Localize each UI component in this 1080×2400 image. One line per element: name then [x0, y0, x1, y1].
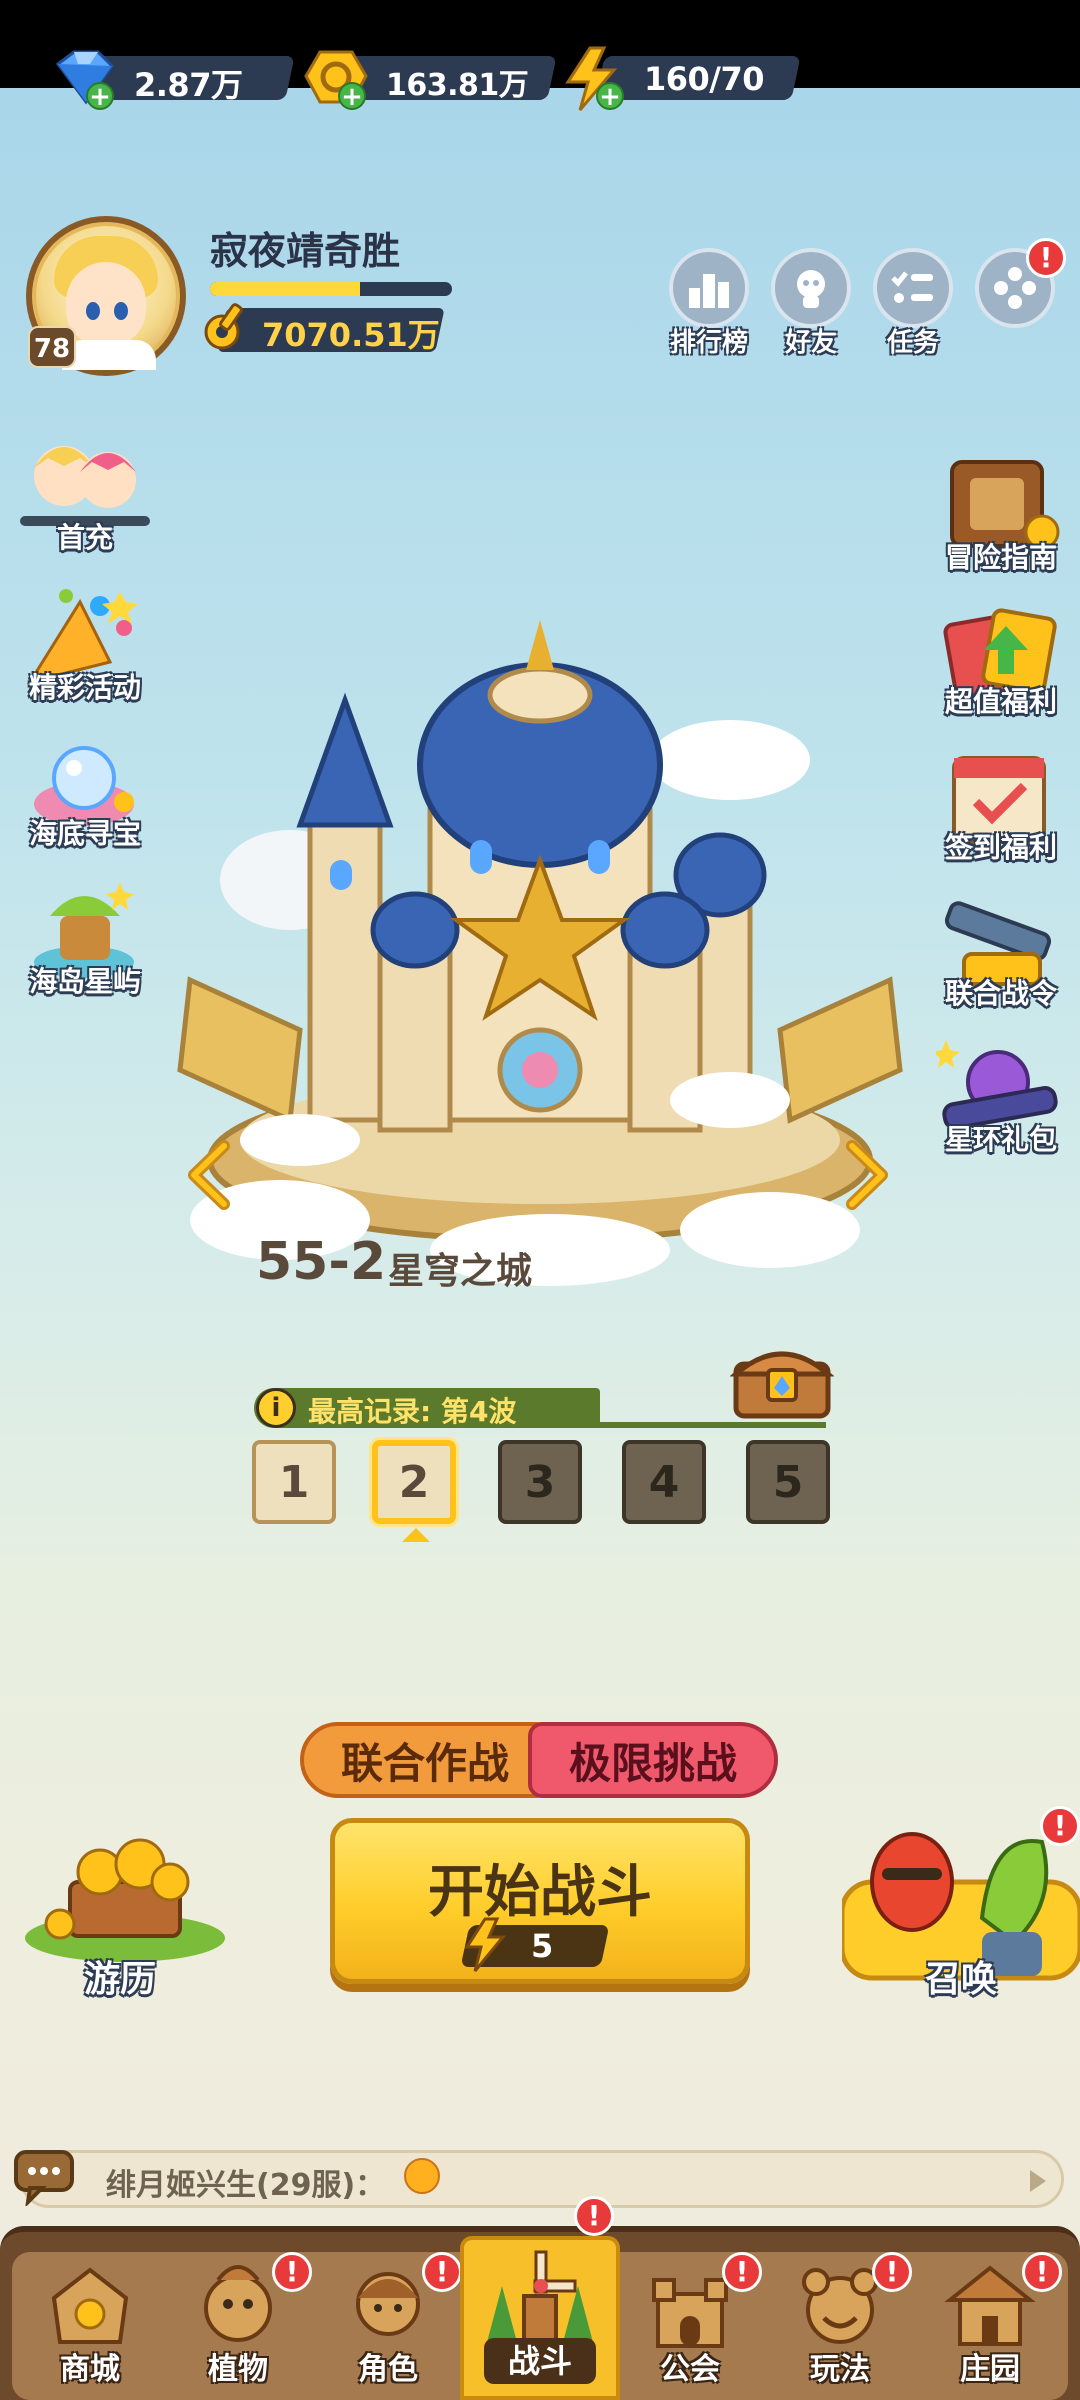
nav-label: 庄园: [960, 2352, 1020, 2387]
wave-5-button[interactable]: 5: [746, 1440, 830, 1524]
travel-button[interactable]: 游历: [10, 1822, 230, 2002]
event-star-ring-pack[interactable]: 星环礼包: [922, 1034, 1080, 1174]
avatar-eye: [114, 302, 128, 320]
treasure-chest-icon[interactable]: [730, 1340, 834, 1420]
event-island-star[interactable]: 海岛星屿: [0, 876, 170, 1016]
event-battle-pass[interactable]: 联合战令: [922, 888, 1080, 1028]
chat-message: 绯月姬兴生(29服)：: [106, 2168, 386, 2203]
shop-icon: [51, 2267, 129, 2344]
event-label: 海底寻宝: [28, 817, 141, 850]
event-label: 冒险指南: [944, 541, 1057, 574]
limit-challenge-button[interactable]: 极限挑战: [528, 1722, 778, 1798]
coins-currency[interactable]: + 163.81万: [302, 46, 557, 112]
tasks-button[interactable]: 任务: [868, 248, 958, 359]
more-alert-badge: !: [1026, 238, 1066, 278]
event-super-value[interactable]: 超值福利: [922, 596, 1080, 736]
wave-1-button[interactable]: 1: [252, 1440, 336, 1524]
nav-label: 植物: [208, 2352, 268, 2387]
avatar-collar: [62, 340, 156, 370]
event-label: 签到福利: [944, 831, 1057, 864]
summon-button[interactable]: 召唤: [842, 1822, 1080, 2002]
lightning-icon: [464, 1917, 507, 1972]
avatar-face: [66, 262, 146, 346]
event-label: 联合战令: [944, 977, 1057, 1010]
gems-value: 2.87万: [134, 66, 243, 104]
nav-label: 商城: [60, 2352, 120, 2387]
coins-plus-icon[interactable]: +: [338, 82, 366, 110]
ranking-icon: [669, 248, 749, 328]
avatar-eye: [86, 302, 100, 320]
player-name: 寂夜靖奇胜: [210, 229, 401, 273]
chat-bubble-icon: [14, 2150, 74, 2206]
selected-wave-pointer: [402, 1528, 430, 1542]
energy-value: 160/70: [644, 60, 765, 98]
info-icon: i: [256, 1388, 296, 1428]
friends-icon: [771, 248, 851, 328]
treasure-pile-icon: [25, 1838, 225, 1962]
chat-expand-icon[interactable]: [1030, 2170, 1046, 2192]
plants-alert-badge: !: [272, 2252, 312, 2292]
event-label: 超值福利: [944, 685, 1057, 718]
wave-2-button[interactable]: 2: [372, 1440, 456, 1524]
next-stage-arrow[interactable]: [842, 1140, 890, 1210]
event-adventure-guide[interactable]: 冒险指南: [922, 452, 1080, 592]
key-coin-icon: [204, 303, 243, 350]
battle-alert-badge: !: [574, 2196, 614, 2236]
gems-plus-icon[interactable]: +: [86, 82, 114, 110]
event-first-recharge[interactable]: 首充: [0, 432, 170, 572]
best-record-text: 最高记录: 第4波: [308, 1395, 517, 1428]
energy-cost-value: 5: [531, 1927, 554, 1965]
stage-castle-illustration: [177, 620, 903, 1286]
nav-label: 公会: [660, 2352, 720, 2387]
wave-3-button[interactable]: 3: [498, 1440, 582, 1524]
xp-bar-fill: [210, 282, 361, 296]
nav-label-battle: 战斗: [484, 2338, 596, 2384]
event-highlights[interactable]: 精彩活动: [0, 582, 170, 722]
prev-stage-arrow[interactable]: [186, 1140, 234, 1210]
ranking-label: 排行榜: [669, 328, 748, 358]
xp-bar: [210, 282, 452, 296]
tasks-icon: [873, 248, 953, 328]
start-battle-label: 开始战斗: [428, 1860, 652, 1925]
event-label: 首充: [56, 521, 113, 554]
summon-alert-badge: !: [1040, 1806, 1080, 1846]
friends-label: 好友: [784, 328, 837, 358]
start-battle-button[interactable]: 开始战斗 5: [330, 1818, 750, 1984]
ranking-button[interactable]: 排行榜: [664, 248, 754, 359]
energy-currency[interactable]: + 160/70: [560, 46, 801, 112]
nav-item-shop[interactable]: 商城: [20, 2236, 160, 2400]
event-sea-treasure[interactable]: 海底寻宝: [0, 728, 170, 868]
nav-label: 玩法: [810, 2352, 870, 2387]
wave-4-button[interactable]: 4: [622, 1440, 706, 1524]
gold-value: 7070.51万: [262, 316, 440, 354]
player-level-badge: 78: [28, 326, 76, 368]
event-signin[interactable]: 签到福利: [922, 742, 1080, 882]
energy-plus-icon[interactable]: +: [596, 82, 624, 110]
guild-alert-badge: !: [722, 2252, 762, 2292]
coins-value: 163.81万: [386, 68, 529, 103]
friends-button[interactable]: 好友: [766, 248, 856, 359]
event-label: 星环礼包: [944, 1123, 1057, 1156]
gameplay-alert-badge: !: [872, 2252, 912, 2292]
manor-alert-badge: !: [1022, 2252, 1062, 2292]
gems-currency[interactable]: + 2.87万: [50, 46, 295, 112]
characters-alert-badge: !: [422, 2252, 462, 2292]
record-divider: [590, 1422, 826, 1428]
nav-label: 角色: [358, 2352, 418, 2387]
angry-emoji-icon: [404, 2158, 440, 2194]
stage-number: 55-2: [256, 1232, 387, 1292]
summon-label: 召唤: [924, 1959, 997, 2000]
travel-label: 游历: [83, 1959, 156, 2000]
tasks-label: 任务: [886, 328, 939, 358]
stage-name: 星穹之城: [388, 1251, 533, 1292]
event-label: 精彩活动: [28, 671, 141, 704]
coop-battle-button[interactable]: 联合作战: [300, 1722, 550, 1798]
event-label: 海岛星屿: [28, 965, 141, 998]
